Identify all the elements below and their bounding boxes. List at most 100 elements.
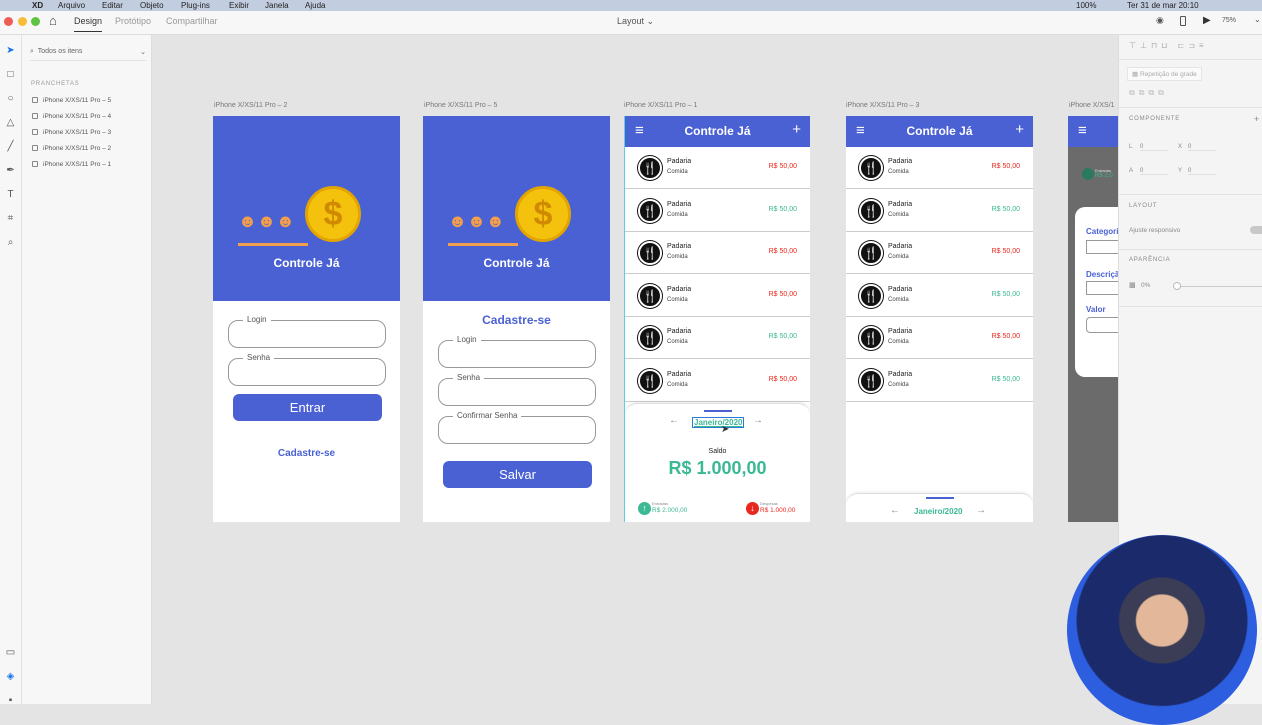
width-input[interactable]: 0	[1140, 144, 1168, 151]
artboard-login[interactable]: $ ☻☻☻ Controle Já Login Senha Entrar Cad…	[213, 116, 400, 522]
menu-janela[interactable]: Janela	[265, 1, 289, 10]
transaction-row[interactable]: 🍴 Padaria Comida R$ 50,00	[846, 317, 1033, 359]
login-field[interactable]: Login	[438, 335, 596, 368]
artboard-label[interactable]: iPhone X/XS/11 Pro – 2	[214, 102, 287, 109]
text-tool-icon[interactable]: T	[5, 189, 16, 200]
layer-item[interactable]: iPhone X/XS/11 Pro – 1	[32, 161, 111, 168]
y-input[interactable]: 0	[1188, 168, 1216, 175]
transaction-row[interactable]: 🍴 Padaria Comida R$ 50,00	[625, 232, 810, 274]
artboard-label[interactable]: iPhone X/XS/11 Pro – 3	[846, 102, 919, 109]
transaction-row[interactable]: 🍴 Padaria Comida R$ 50,00	[625, 359, 810, 402]
drag-handle[interactable]	[925, 497, 954, 499]
grid-repeat-button[interactable]: ▦ Repetição de grade	[1127, 67, 1202, 81]
descricao-input[interactable]	[1086, 281, 1118, 295]
senha-field[interactable]: Senha	[228, 353, 386, 386]
transaction-row[interactable]: 🍴 Padaria Comida R$ 50,00	[846, 359, 1033, 402]
zoom-window-button[interactable]	[31, 17, 40, 26]
transaction-row[interactable]: 🍴 Padaria Comida R$ 50,00	[625, 147, 810, 189]
transaction-row[interactable]: 🍴 Padaria Comida R$ 50,00	[625, 317, 810, 359]
menu-editar[interactable]: Editar	[102, 1, 123, 10]
add-icon[interactable]: +	[1015, 121, 1024, 138]
add-icon[interactable]: +	[792, 121, 801, 138]
month-selector[interactable]: Janeiro/2020	[692, 417, 745, 428]
tab-compartilhar[interactable]: Compartilhar	[166, 16, 218, 26]
app-title: Controle Já	[906, 124, 973, 138]
menu-ajuda[interactable]: Ajuda	[305, 1, 325, 10]
home-icon[interactable]: ⌂	[49, 13, 57, 28]
transaction-row[interactable]: 🍴 Padaria Comida R$ 50,00	[846, 147, 1033, 189]
zoom-tool-icon[interactable]: ⌕	[5, 237, 16, 248]
categoria-input[interactable]	[1086, 240, 1118, 254]
menu-plugins[interactable]: Plug-ins	[181, 1, 210, 10]
rectangle-tool-icon[interactable]: □	[5, 69, 16, 80]
drag-handle[interactable]	[703, 410, 732, 412]
layer-item[interactable]: iPhone X/XS/11 Pro – 2	[32, 145, 111, 152]
transaction-row[interactable]: 🍴 Padaria Comida R$ 50,00	[625, 189, 810, 232]
polygon-tool-icon[interactable]: △	[5, 117, 16, 128]
layer-item[interactable]: iPhone X/XS/11 Pro – 3	[32, 129, 111, 136]
layer-item[interactable]: iPhone X/XS/11 Pro – 5	[32, 97, 111, 104]
menu-objeto[interactable]: Objeto	[140, 1, 164, 10]
add-component-icon[interactable]: +	[1254, 114, 1260, 124]
opacity-input[interactable]: 0%	[1141, 282, 1150, 289]
menu-exibir[interactable]: Exibir	[229, 1, 249, 10]
plugins-icon[interactable]: ▪	[5, 695, 16, 706]
month-selector[interactable]: Janeiro/2020	[914, 507, 962, 516]
pen-tool-icon[interactable]: ✒	[5, 165, 16, 176]
arrow-right-icon[interactable]: →	[753, 415, 763, 426]
opacity-slider-thumb[interactable]	[1173, 282, 1181, 290]
artboard-label[interactable]: iPhone X/XS/1	[1069, 102, 1115, 109]
minimize-window-button[interactable]	[18, 17, 27, 26]
artboard-signup[interactable]: $ ☻☻☻ Controle Já Cadastre-se Login Senh…	[423, 116, 610, 522]
artboard-icon	[32, 145, 38, 151]
play-icon[interactable]: ▶	[1203, 15, 1211, 26]
responsive-toggle[interactable]	[1250, 226, 1262, 234]
boolean-ops-icons[interactable]: ⧉⧉⧉⧉	[1129, 88, 1168, 98]
artboard-icon	[32, 113, 38, 119]
transaction-row[interactable]: 🍴 Padaria Comida R$ 50,00	[846, 274, 1033, 317]
layers-search[interactable]: ⌕ Todos os itens ⌄	[30, 48, 146, 61]
document-title[interactable]: Layout ⌄	[617, 16, 654, 27]
senha-field[interactable]: Senha	[438, 373, 596, 406]
x-input[interactable]: 0	[1188, 144, 1216, 151]
artboard-transactions-3[interactable]: ≡ Controle Já + 🍴 Padaria Comida R$ 50,00 🍴 P…	[846, 116, 1033, 522]
device-preview-icon[interactable]	[1180, 16, 1186, 26]
menu-icon[interactable]: ≡	[1078, 122, 1087, 139]
confirmar-senha-field[interactable]: Confirmar Senha	[438, 411, 596, 444]
select-tool-icon[interactable]: ➤	[5, 45, 16, 56]
salvar-button[interactable]: Salvar	[443, 461, 592, 488]
height-input[interactable]: 0	[1140, 168, 1168, 175]
tab-design[interactable]: Design	[74, 16, 103, 32]
share-user-icon[interactable]: ◉	[1156, 15, 1164, 26]
transaction-name: Padaria	[888, 158, 913, 165]
valor-input[interactable]	[1086, 317, 1118, 333]
cutlery-icon: 🍴	[638, 156, 662, 180]
artboard-tool-icon[interactable]: ⌗	[5, 213, 16, 224]
menu-xd[interactable]: XD	[32, 1, 43, 10]
arrow-right-icon[interactable]: →	[976, 505, 986, 516]
close-window-button[interactable]	[4, 17, 13, 26]
transaction-row[interactable]: 🍴 Padaria Comida R$ 50,00	[846, 189, 1033, 232]
zoom-chevron-icon[interactable]: ⌄	[1254, 15, 1261, 24]
entrar-button[interactable]: Entrar	[233, 394, 382, 421]
transaction-row[interactable]: 🍴 Padaria Comida R$ 50,00	[625, 274, 810, 317]
zoom-level[interactable]: 75%	[1222, 17, 1236, 24]
arrow-left-icon[interactable]: ←	[669, 415, 679, 426]
line-tool-icon[interactable]: ╱	[5, 141, 16, 152]
assets-icon[interactable]: ▭	[5, 647, 16, 658]
layers-icon[interactable]: ◈	[5, 671, 16, 682]
artboard-label[interactable]: iPhone X/XS/11 Pro – 1	[624, 102, 697, 109]
artboard-form[interactable]: ≡ Entradas R$ 2.0 Categori Descriçã Valo…	[1068, 116, 1118, 522]
arrow-left-icon[interactable]: ←	[890, 505, 900, 516]
cadastre-link[interactable]: Cadastre-se	[213, 448, 400, 459]
transaction-row[interactable]: 🍴 Padaria Comida R$ 50,00	[846, 232, 1033, 274]
tab-prototipo[interactable]: Protótipo	[115, 16, 151, 26]
layer-item[interactable]: iPhone X/XS/11 Pro – 4	[32, 113, 111, 120]
artboard-label[interactable]: iPhone X/XS/11 Pro – 5	[424, 102, 497, 109]
artboard-transactions-1[interactable]: ≡ Controle Já + 🍴 Padaria Comida R$ 50,00 🍴 P…	[624, 116, 810, 522]
menu-arquivo[interactable]: Arquivo	[58, 1, 85, 10]
ellipse-tool-icon[interactable]: ○	[5, 93, 16, 104]
login-field[interactable]: Login	[228, 315, 386, 348]
opacity-slider[interactable]	[1175, 286, 1262, 287]
align-icons[interactable]: ⊤⊥⊓⊔ ⊏⊐≡	[1129, 41, 1208, 50]
